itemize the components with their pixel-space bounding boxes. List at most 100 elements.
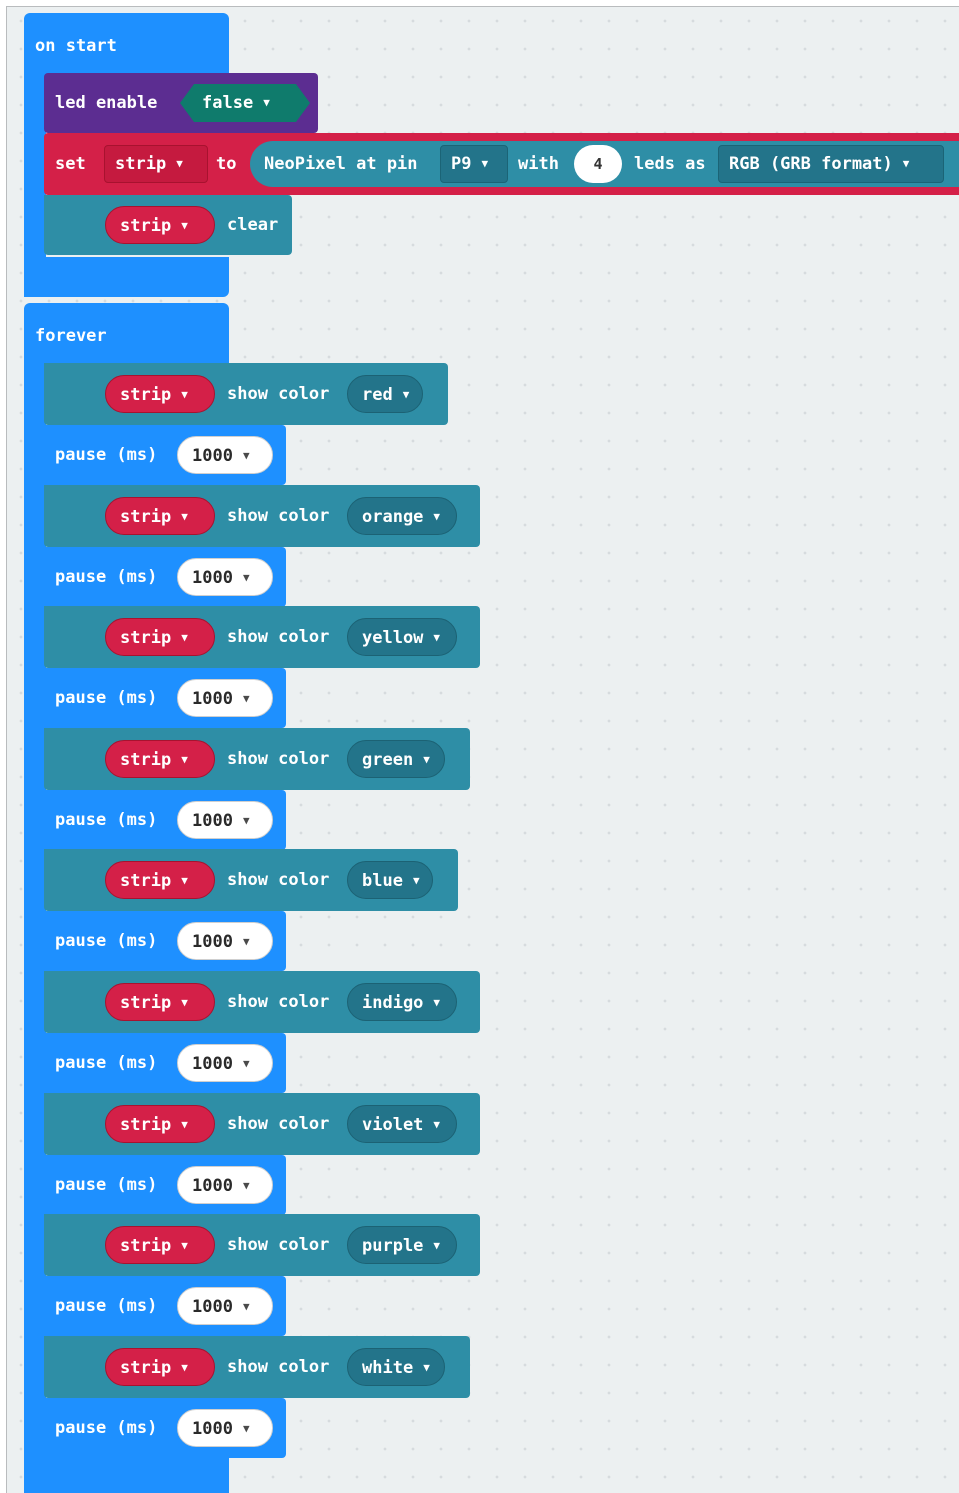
pause-duration-dropdown[interactable]: 1000 ▼: [177, 1166, 273, 1204]
pause-duration-dropdown[interactable]: 1000 ▼: [177, 1409, 273, 1447]
dropdown-caret-icon: ▼: [242, 1179, 250, 1192]
pause-duration-dropdown[interactable]: 1000 ▼: [177, 1287, 273, 1325]
pause-label: pause (ms): [55, 567, 158, 587]
led-enable-value: false: [202, 93, 254, 113]
show-color-block[interactable]: strip ▼ show color white ▼: [44, 1336, 470, 1398]
pause-duration-dropdown[interactable]: 1000 ▼: [177, 801, 273, 839]
pause-duration-dropdown[interactable]: 1000 ▼: [177, 558, 273, 596]
show-color-variable-dropdown[interactable]: strip ▼: [105, 497, 215, 535]
pause-duration-dropdown[interactable]: 1000 ▼: [177, 436, 273, 474]
show-color-variable-dropdown[interactable]: strip ▼: [105, 983, 215, 1021]
show-color-block[interactable]: strip ▼ show color purple ▼: [44, 1214, 480, 1276]
set-variable-dropdown[interactable]: strip ▼: [104, 145, 208, 183]
dropdown-caret-icon: ▼: [433, 996, 441, 1009]
on-start-label: on start: [35, 36, 117, 56]
dropdown-caret-icon: ▼: [263, 96, 270, 109]
strip-clear-variable-value: strip: [120, 216, 172, 236]
dropdown-caret-icon: ▼: [181, 874, 188, 887]
pause-label: pause (ms): [55, 445, 158, 465]
strip-clear-variable-dropdown[interactable]: strip ▼: [105, 206, 215, 244]
dropdown-caret-icon: ▼: [242, 1300, 250, 1313]
color-dropdown[interactable]: purple ▼: [347, 1226, 457, 1264]
color-value: yellow: [362, 628, 424, 648]
led-enable-label: led enable: [55, 93, 158, 113]
show-color-block[interactable]: strip ▼ show color green ▼: [44, 728, 470, 790]
show-color-block[interactable]: strip ▼ show color orange ▼: [44, 485, 480, 547]
show-color-variable-dropdown[interactable]: strip ▼: [105, 1105, 215, 1143]
color-dropdown[interactable]: indigo ▼: [347, 983, 457, 1021]
show-color-variable-dropdown[interactable]: strip ▼: [105, 1348, 215, 1386]
show-color-variable-dropdown[interactable]: strip ▼: [105, 618, 215, 656]
show-color-block[interactable]: strip ▼ show color blue ▼: [44, 849, 458, 911]
dropdown-caret-icon: ▼: [181, 1361, 188, 1374]
led-enable-value-dropdown[interactable]: false ▼: [180, 84, 310, 122]
show-color-label: show color: [227, 870, 330, 890]
pause-duration-dropdown[interactable]: 1000 ▼: [177, 679, 273, 717]
dropdown-caret-icon: ▼: [481, 157, 489, 170]
pause-duration-dropdown[interactable]: 1000 ▼: [177, 922, 273, 960]
blocks-workspace[interactable]: on start led enable false ▼ set strip ▼ to…: [6, 6, 959, 1493]
color-value: orange: [362, 507, 424, 527]
strip-clear-block[interactable]: strip ▼ clear: [44, 195, 292, 255]
pause-label: pause (ms): [55, 1053, 158, 1073]
pause-label: pause (ms): [55, 1418, 158, 1438]
show-color-block[interactable]: strip ▼ show color red ▼: [44, 363, 448, 425]
pin-dropdown[interactable]: P9 ▼: [440, 145, 508, 183]
forever-hat[interactable]: forever: [24, 303, 229, 365]
color-dropdown[interactable]: violet ▼: [347, 1105, 457, 1143]
led-count-input[interactable]: 4: [574, 145, 622, 183]
pause-block[interactable]: pause (ms) 1000 ▼: [44, 668, 286, 728]
pin-value: P9: [451, 154, 472, 174]
dropdown-caret-icon: ▼: [402, 388, 410, 401]
color-dropdown[interactable]: yellow ▼: [347, 618, 457, 656]
forever-bottom: [24, 1453, 229, 1493]
color-dropdown[interactable]: orange ▼: [347, 497, 457, 535]
color-dropdown[interactable]: white ▼: [347, 1348, 445, 1386]
led-enable-block[interactable]: led enable false ▼: [44, 73, 318, 133]
color-dropdown[interactable]: green ▼: [347, 740, 445, 778]
dropdown-caret-icon: ▼: [412, 874, 420, 887]
pause-duration-value: 1000: [192, 932, 233, 952]
pause-block[interactable]: pause (ms) 1000 ▼: [44, 1033, 286, 1093]
show-color-variable-value: strip: [120, 628, 172, 648]
color-value: green: [362, 750, 414, 770]
show-color-block[interactable]: strip ▼ show color yellow ▼: [44, 606, 480, 668]
pause-block[interactable]: pause (ms) 1000 ▼: [44, 1398, 286, 1458]
color-dropdown[interactable]: red ▼: [347, 375, 423, 413]
show-color-label: show color: [227, 506, 330, 526]
mode-dropdown[interactable]: RGB (GRB format) ▼: [718, 145, 944, 183]
dropdown-caret-icon: ▼: [242, 1057, 250, 1070]
show-color-variable-value: strip: [120, 1358, 172, 1378]
to-label: to: [216, 154, 237, 174]
pause-block[interactable]: pause (ms) 1000 ▼: [44, 911, 286, 971]
pause-duration-dropdown[interactable]: 1000 ▼: [177, 1044, 273, 1082]
clear-label: clear: [227, 215, 279, 235]
pause-block[interactable]: pause (ms) 1000 ▼: [44, 425, 286, 485]
show-color-variable-value: strip: [120, 750, 172, 770]
color-value: purple: [362, 1236, 424, 1256]
pause-block[interactable]: pause (ms) 1000 ▼: [44, 1155, 286, 1215]
forever-label: forever: [35, 326, 107, 346]
pause-label: pause (ms): [55, 688, 158, 708]
neopixel-create-block[interactable]: NeoPixel at pin P9 ▼ with 4 leds as RGB (…: [250, 141, 959, 187]
show-color-block[interactable]: strip ▼ show color violet ▼: [44, 1093, 480, 1155]
mode-value: RGB (GRB format): [729, 154, 893, 174]
show-color-variable-dropdown[interactable]: strip ▼: [105, 375, 215, 413]
show-color-variable-dropdown[interactable]: strip ▼: [105, 861, 215, 899]
show-color-block[interactable]: strip ▼ show color indigo ▼: [44, 971, 480, 1033]
pause-block[interactable]: pause (ms) 1000 ▼: [44, 1276, 286, 1336]
set-strip-block[interactable]: set strip ▼ to NeoPixel at pin P9 ▼ with 4…: [44, 133, 959, 195]
show-color-variable-dropdown[interactable]: strip ▼: [105, 740, 215, 778]
pause-block[interactable]: pause (ms) 1000 ▼: [44, 547, 286, 607]
dropdown-caret-icon: ▼: [242, 692, 250, 705]
dropdown-caret-icon: ▼: [423, 1361, 430, 1374]
pause-block[interactable]: pause (ms) 1000 ▼: [44, 790, 286, 850]
dropdown-caret-icon: ▼: [181, 996, 188, 1009]
show-color-variable-value: strip: [120, 385, 172, 405]
show-color-variable-dropdown[interactable]: strip ▼: [105, 1226, 215, 1264]
dropdown-caret-icon: ▼: [181, 631, 188, 644]
forever-arm: [24, 357, 46, 1493]
dropdown-caret-icon: ▼: [242, 935, 250, 948]
on-start-hat[interactable]: on start: [24, 13, 229, 75]
color-dropdown[interactable]: blue ▼: [347, 861, 433, 899]
